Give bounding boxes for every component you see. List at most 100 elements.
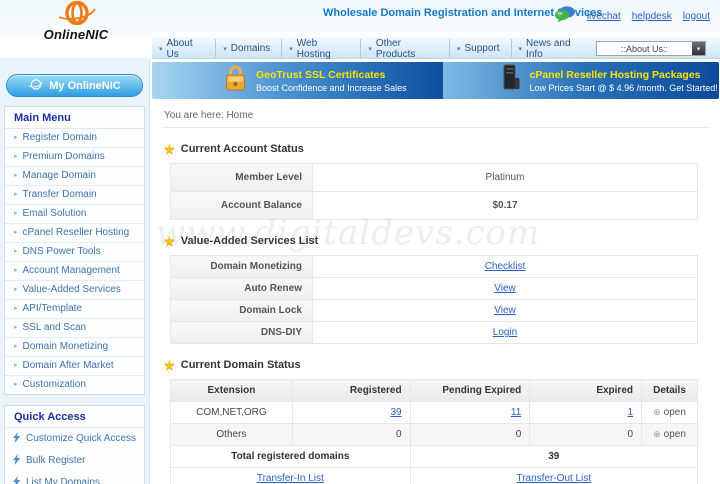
- banner-text: GeoTrust SSL Certificates Boost Confiden…: [256, 69, 407, 93]
- sidebar-item-domain-after-market[interactable]: ▸Domain After Market: [5, 357, 144, 376]
- total-label: Total registered domains: [171, 446, 411, 468]
- chevron-right-icon: ▸: [14, 380, 18, 390]
- sidebar-item-domain-monetizing[interactable]: ▸Domain Monetizing: [5, 338, 144, 357]
- details-label: open: [664, 407, 686, 418]
- banner-subtitle: Boost Confidence and Increase Sales: [256, 83, 407, 93]
- domain-status-heading: ★ Current Domain Status: [164, 359, 720, 371]
- transfer-out-list-link[interactable]: Transfer-Out List: [516, 473, 591, 484]
- sidebar-item-label: Value-Added Services: [23, 285, 121, 295]
- sidebar-item-customization[interactable]: ▸ Customization: [5, 376, 144, 394]
- nav-label: Support: [465, 43, 500, 54]
- nav-item-other-products[interactable]: ▾ Other Products: [361, 39, 450, 58]
- sidebar-item-label: API/Template: [23, 304, 82, 314]
- expired-count-link[interactable]: 1: [627, 407, 633, 418]
- table-row-com-net-org: COM,NET,ORG 39 11 1 ⊕open: [171, 402, 698, 424]
- registered-count-link[interactable]: 39: [390, 407, 401, 418]
- sidebar-item-ssl-and-scan[interactable]: ▸ SSL and Scan: [5, 319, 144, 338]
- sidebar-item-account-management[interactable]: ▸Account Management: [5, 262, 144, 281]
- value-added-heading: ★ Value-Added Services List: [164, 235, 720, 247]
- col-pending-expired: Pending Expired: [410, 380, 530, 402]
- sidebar-item-register-domain[interactable]: ▸Register Domain: [5, 129, 144, 148]
- star-icon: ★: [164, 144, 175, 154]
- nav-item-domains[interactable]: ▾Domains: [216, 39, 282, 58]
- sidebar-item-list-my-domains[interactable]: List My Domains: [5, 472, 144, 484]
- breadcrumb: You are here: Home: [162, 104, 710, 128]
- onlinenic-logo[interactable]: OnlineNIC: [16, 1, 136, 42]
- chevron-right-icon: ▸: [14, 171, 18, 181]
- sidebar-item-cpanel-reseller-hosting[interactable]: ▸cPanel Reseller Hosting: [5, 224, 144, 243]
- sidebar-item-email-solution[interactable]: ▸Email Solution: [5, 205, 144, 224]
- sidebar-item-bulk-register[interactable]: Bulk Register: [5, 450, 144, 472]
- chevron-down-icon: ▾: [457, 45, 461, 53]
- details-label: open: [664, 429, 686, 440]
- nav-item-about-us[interactable]: ▾ About Us: [152, 39, 216, 58]
- checklist-link[interactable]: Checklist: [485, 261, 526, 272]
- nav-label: About Us: [167, 38, 205, 60]
- nav-item-support[interactable]: ▾ Support: [450, 39, 512, 58]
- chevron-down-icon: ▾: [159, 45, 163, 53]
- main-content: www.digitaldevs.com You are here: Home ★…: [152, 99, 720, 484]
- sidebar-item-customize-quick-access[interactable]: Customize Quick Access: [5, 428, 144, 450]
- sidebar-item-transfer-domain[interactable]: ▸Transfer Domain: [5, 186, 144, 205]
- chevron-down-icon: ▾: [368, 45, 372, 53]
- chat-bubbles-icon[interactable]: [554, 6, 576, 26]
- sidebar-item-api-template[interactable]: ▸API/Template: [5, 300, 144, 319]
- auto-renew-view-link[interactable]: View: [494, 283, 516, 294]
- chevron-right-icon: ▸: [14, 247, 18, 257]
- col-registered: Registered: [292, 380, 410, 402]
- logout-link[interactable]: logout: [683, 11, 710, 22]
- livechat-link[interactable]: livechat: [587, 11, 621, 22]
- server-tower-icon: [501, 64, 521, 97]
- nav-label: Other Products: [376, 38, 438, 60]
- sidebar-item-label: Domain After Market: [23, 361, 114, 371]
- sidebar-item-dns-power-tools[interactable]: ▸DNS Power Tools: [5, 243, 144, 262]
- my-onlinenic-button[interactable]: My OnlineNIC: [6, 74, 143, 97]
- onlinenic-dashboard: OnlineNIC Wholesale Domain Registration …: [0, 0, 720, 484]
- table-row: Auto Renew View: [171, 278, 698, 300]
- promo-banner: GeoTrust SSL Certificates Boost Confiden…: [152, 62, 719, 99]
- sidebar-item-manage-domain[interactable]: ▸Manage Domain: [5, 167, 144, 186]
- chevron-down-icon: ▾: [289, 45, 293, 53]
- table-row: Domain Lock View: [171, 300, 698, 322]
- chevron-down-icon: ▾: [223, 45, 227, 53]
- nav-item-news-and-info[interactable]: ▾News and Info: [512, 39, 597, 58]
- chevron-right-icon: ▸: [14, 285, 18, 295]
- extension-cell: COM,NET,ORG: [171, 402, 293, 424]
- quick-access-menu: Quick Access Customize Quick Access Bulk…: [4, 405, 145, 484]
- transfer-in-list-link[interactable]: Transfer-In List: [257, 473, 324, 484]
- about-us-select[interactable]: ::About Us:: ▾: [596, 41, 706, 56]
- sidebar-item-label: SSL and Scan: [23, 323, 87, 333]
- sidebar-item-premium-domains[interactable]: ▸Premium Domains: [5, 148, 144, 167]
- sidebar-item-label: Domain Monetizing: [23, 342, 109, 352]
- member-level-label: Member Level: [171, 164, 313, 192]
- account-balance-value: $0.17: [313, 192, 698, 220]
- nav-item-web-hosting[interactable]: ▾Web Hosting: [282, 39, 361, 58]
- section-title: Value-Added Services List: [181, 235, 319, 247]
- table-row-total: Total registered domains 39: [171, 446, 698, 468]
- cpanel-hosting-banner[interactable]: cPanel Reseller Hosting Packages Low Pri…: [443, 62, 720, 99]
- total-value: 39: [410, 446, 697, 468]
- table-row: DNS-DIY Login: [171, 322, 698, 344]
- sidebar-item-label: Customization: [23, 380, 86, 390]
- value-added-table: Domain Monetizing Checklist Auto Renew V…: [170, 255, 698, 344]
- pending-expired-count-link[interactable]: 11: [511, 407, 521, 418]
- top-navbar: ▾ About Us ▾Domains ▾Web Hosting ▾ Other P…: [152, 38, 720, 59]
- helpdesk-link[interactable]: helpdesk: [632, 11, 672, 22]
- account-status-heading: ★ Current Account Status: [164, 143, 720, 155]
- dns-diy-login-link[interactable]: Login: [493, 327, 517, 338]
- sidebar-item-label: Account Management: [23, 266, 120, 276]
- section-title: Current Domain Status: [181, 359, 301, 371]
- chevron-right-icon: ▸: [14, 323, 18, 333]
- details-open-cell[interactable]: ⊕open: [642, 424, 698, 446]
- geotrust-ssl-banner[interactable]: GeoTrust SSL Certificates Boost Confiden…: [152, 62, 443, 99]
- auto-renew-label: Auto Renew: [171, 278, 313, 300]
- expand-icon: ⊕: [653, 429, 661, 439]
- sidebar-item-label: cPanel Reseller Hosting: [23, 228, 130, 238]
- domain-status-table: Extension Registered Pending Expired Exp…: [170, 379, 698, 484]
- details-open-cell[interactable]: ⊕open: [642, 402, 698, 424]
- expired-count: 0: [530, 424, 642, 446]
- header-links: livechat helpdesk logout: [554, 6, 710, 26]
- domain-lock-view-link[interactable]: View: [494, 305, 516, 316]
- chevron-down-icon: ▾: [519, 45, 523, 53]
- sidebar-item-value-added-services[interactable]: ▸ Value-Added Services: [5, 281, 144, 300]
